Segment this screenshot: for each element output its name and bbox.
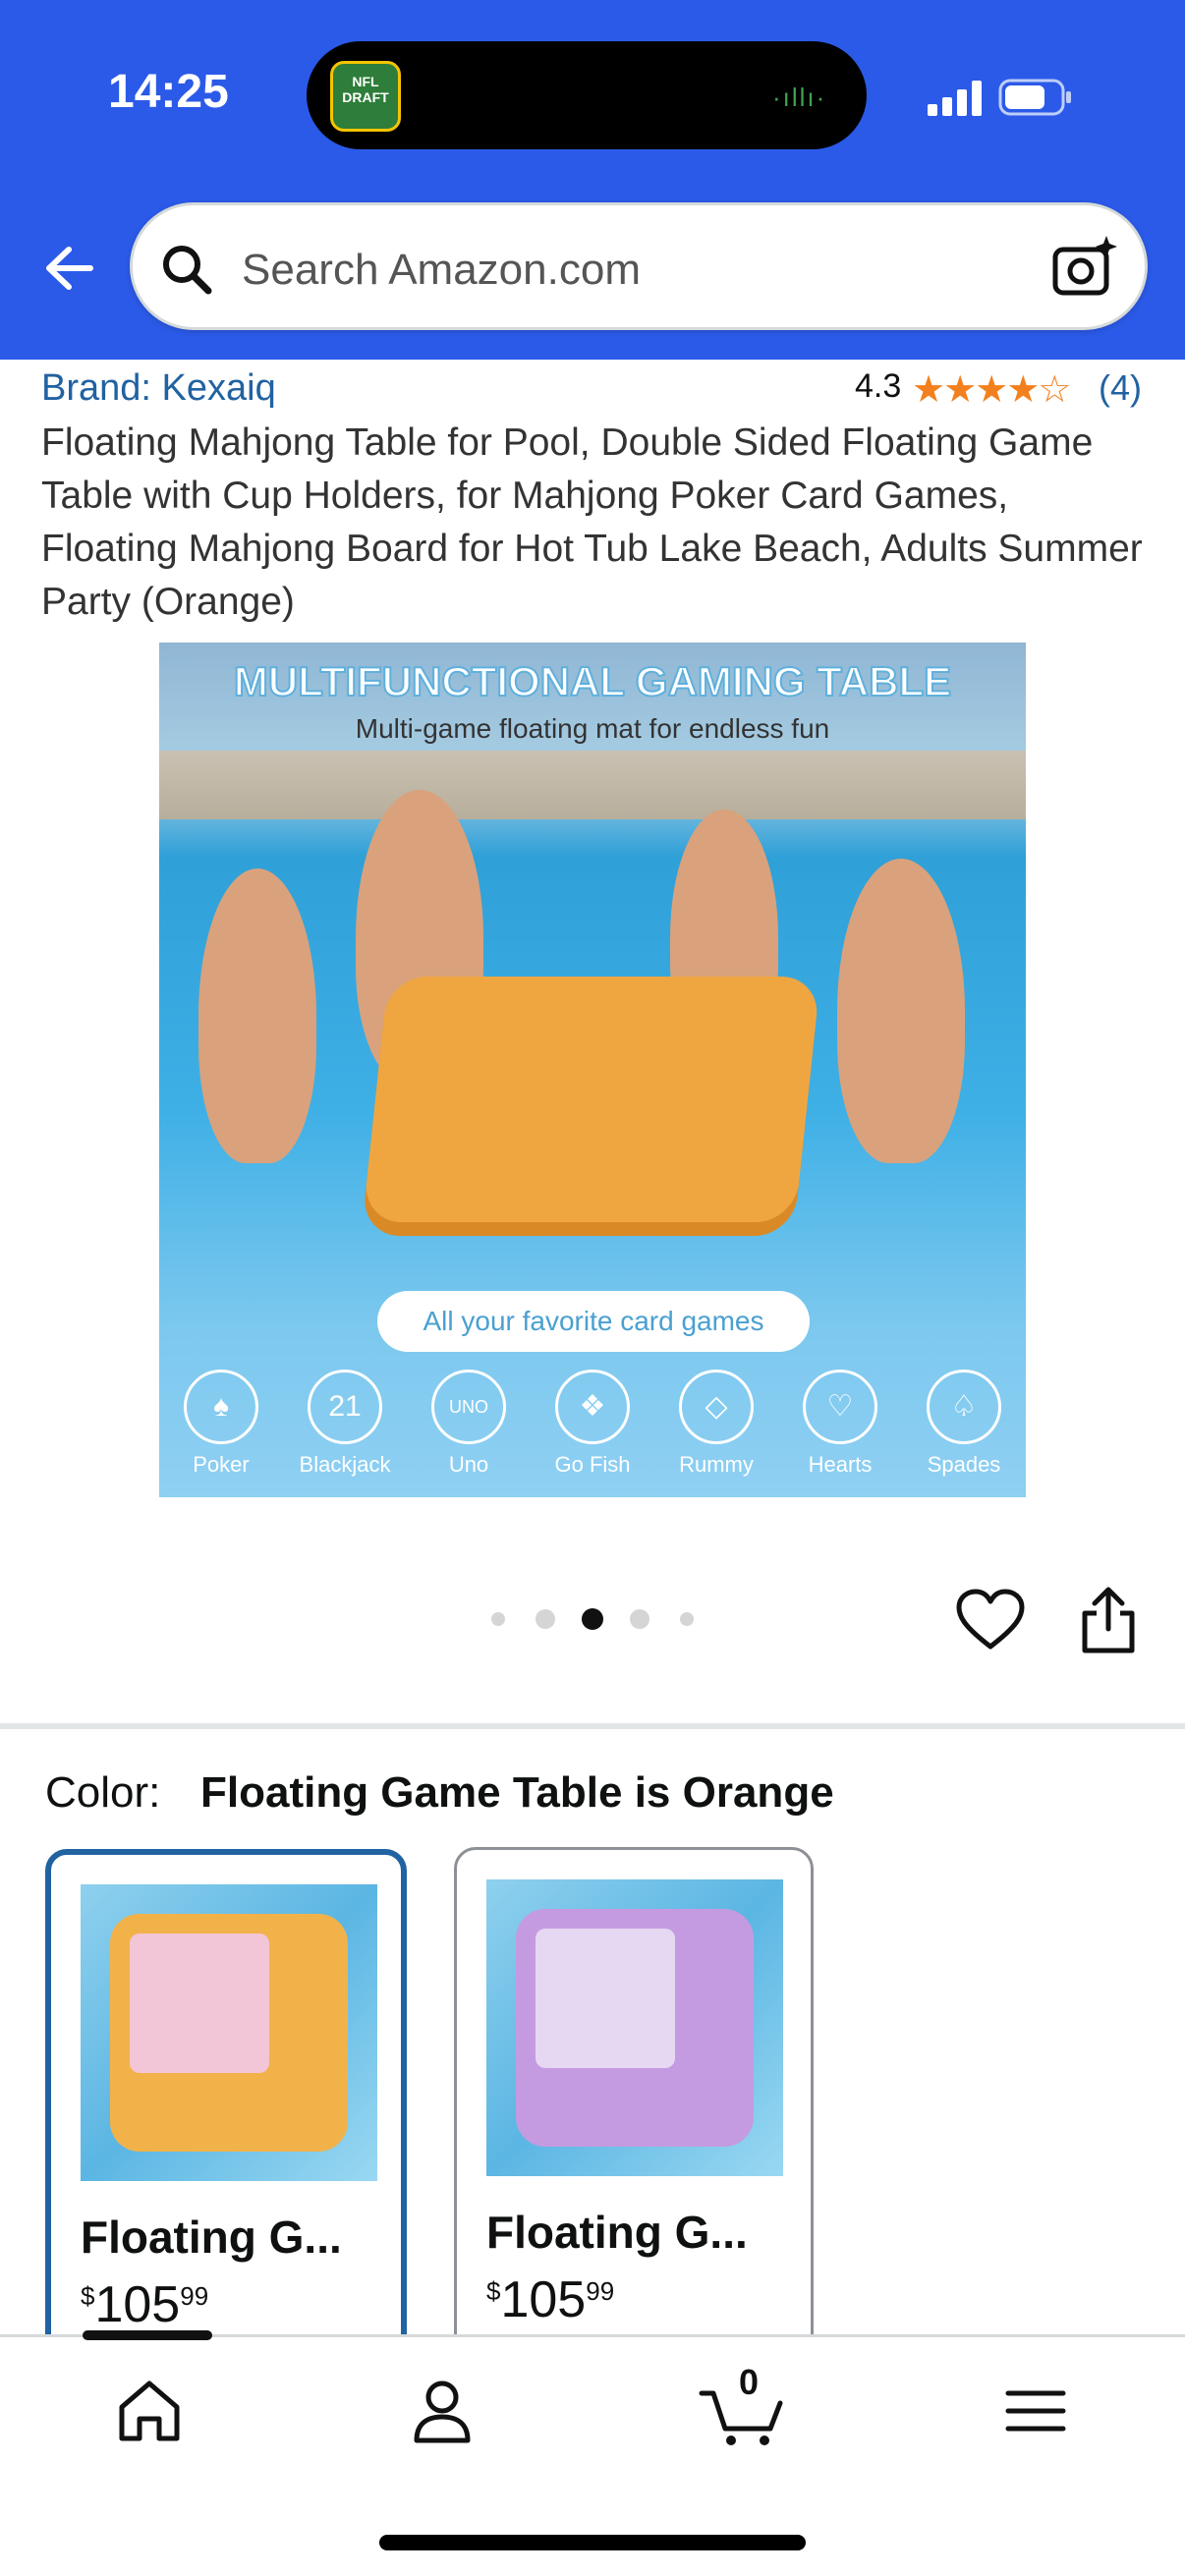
status-time: 14:25 [108,66,229,118]
game-label: Rummy [679,1452,754,1477]
game-icon: 21 [308,1370,382,1444]
carousel-dot[interactable] [680,1612,694,1626]
game-icon: ◇ [679,1370,754,1444]
carousel-dot[interactable] [536,1609,555,1629]
nfl-draft-app-badge: NFL DRAFT [330,61,401,132]
active-tab-indicator [83,2330,212,2340]
person-figure [198,868,316,1163]
cellular-signal-icon [928,81,982,116]
home-indicator[interactable] [379,2535,806,2550]
battery-icon [998,79,1071,116]
swatch-name: Floating G... [81,2212,342,2263]
game-spades: ♤ Spades [905,1370,1023,1478]
carousel-dot[interactable] [582,1608,603,1630]
game-rummy: ◇ Rummy [657,1370,775,1478]
share-icon[interactable] [1077,1584,1140,1654]
audio-wave-icon: ·ıllı· [772,83,827,112]
color-option-purple[interactable]: Floating G... $10599 [454,1847,814,2358]
search-icon [163,246,212,295]
game-label: Poker [193,1452,250,1477]
game-label: Uno [448,1452,489,1477]
game-label: Spades [927,1452,1001,1477]
game-icon: ♡ [803,1370,877,1444]
product-image[interactable]: MULTIFUNCTIONAL GAMING TABLE Multi-game … [159,643,1026,1497]
rating-value: 4.3 [855,367,902,405]
cart-count-badge: 0 [738,2362,760,2402]
pool-deck [159,751,1026,819]
image-subtitle: Multi-game floating mat for endless fun [355,713,830,744]
game-icon: UNO [431,1370,506,1444]
camera-search-icon[interactable] [1049,232,1118,301]
game-icon: ♤ [927,1370,1001,1444]
game-icon: ♠ [184,1370,258,1444]
swatch-price: $10599 [81,2276,209,2333]
color-label: Color: [45,1768,161,1817]
rating-count-link[interactable]: (4) [1099,367,1142,409]
game-uno: UNO Uno [410,1370,528,1478]
section-divider [0,1723,1185,1729]
floating-table [362,977,821,1222]
image-caption: All your favorite card games [377,1291,810,1352]
carousel-dots[interactable] [487,1607,704,1631]
game-poker: ♠ Poker [162,1370,280,1478]
game-icons-row: ♠ Poker 21 Blackjack UNO Uno ❖ Go Fish ◇ Rummy ♡ He… [159,1370,1026,1497]
swatch-name: Floating G... [486,2207,748,2258]
swatch-image [81,1884,377,2181]
game-label: Hearts [808,1452,873,1477]
brand-link[interactable]: Brand: Kexaiq [41,367,276,410]
menu-icon[interactable] [998,2374,1073,2448]
swatch-board-center [536,1929,675,2068]
game-icon: ❖ [555,1370,630,1444]
home-icon[interactable] [112,2374,187,2448]
swatch-price: $10599 [486,2271,615,2328]
game-go-fish: ❖ Go Fish [534,1370,651,1478]
person-figure [837,859,965,1163]
rating-stars[interactable]: ★★★★☆ [912,367,1071,412]
color-value: Floating Game Table is Orange [200,1768,834,1817]
back-arrow-icon[interactable] [29,234,98,303]
heart-icon[interactable] [955,1588,1026,1652]
game-label: Go Fish [554,1452,631,1477]
swatch-image [486,1879,783,2176]
game-hearts: ♡ Hearts [781,1370,899,1478]
swatch-board-center [130,1933,269,2073]
carousel-dot[interactable] [491,1612,505,1626]
search-input[interactable]: Search Amazon.com [242,246,641,295]
game-blackjack: 21 Blackjack [286,1370,404,1478]
product-title: Floating Mahjong Table for Pool, Double … [41,421,1143,623]
image-headline: MULTIFUNCTIONAL GAMING TABLE [233,657,952,705]
color-option-orange[interactable]: Floating G... $10599 [45,1849,407,2360]
game-label: Blackjack [299,1452,391,1477]
account-icon[interactable] [405,2374,480,2448]
carousel-dot[interactable] [630,1609,649,1629]
